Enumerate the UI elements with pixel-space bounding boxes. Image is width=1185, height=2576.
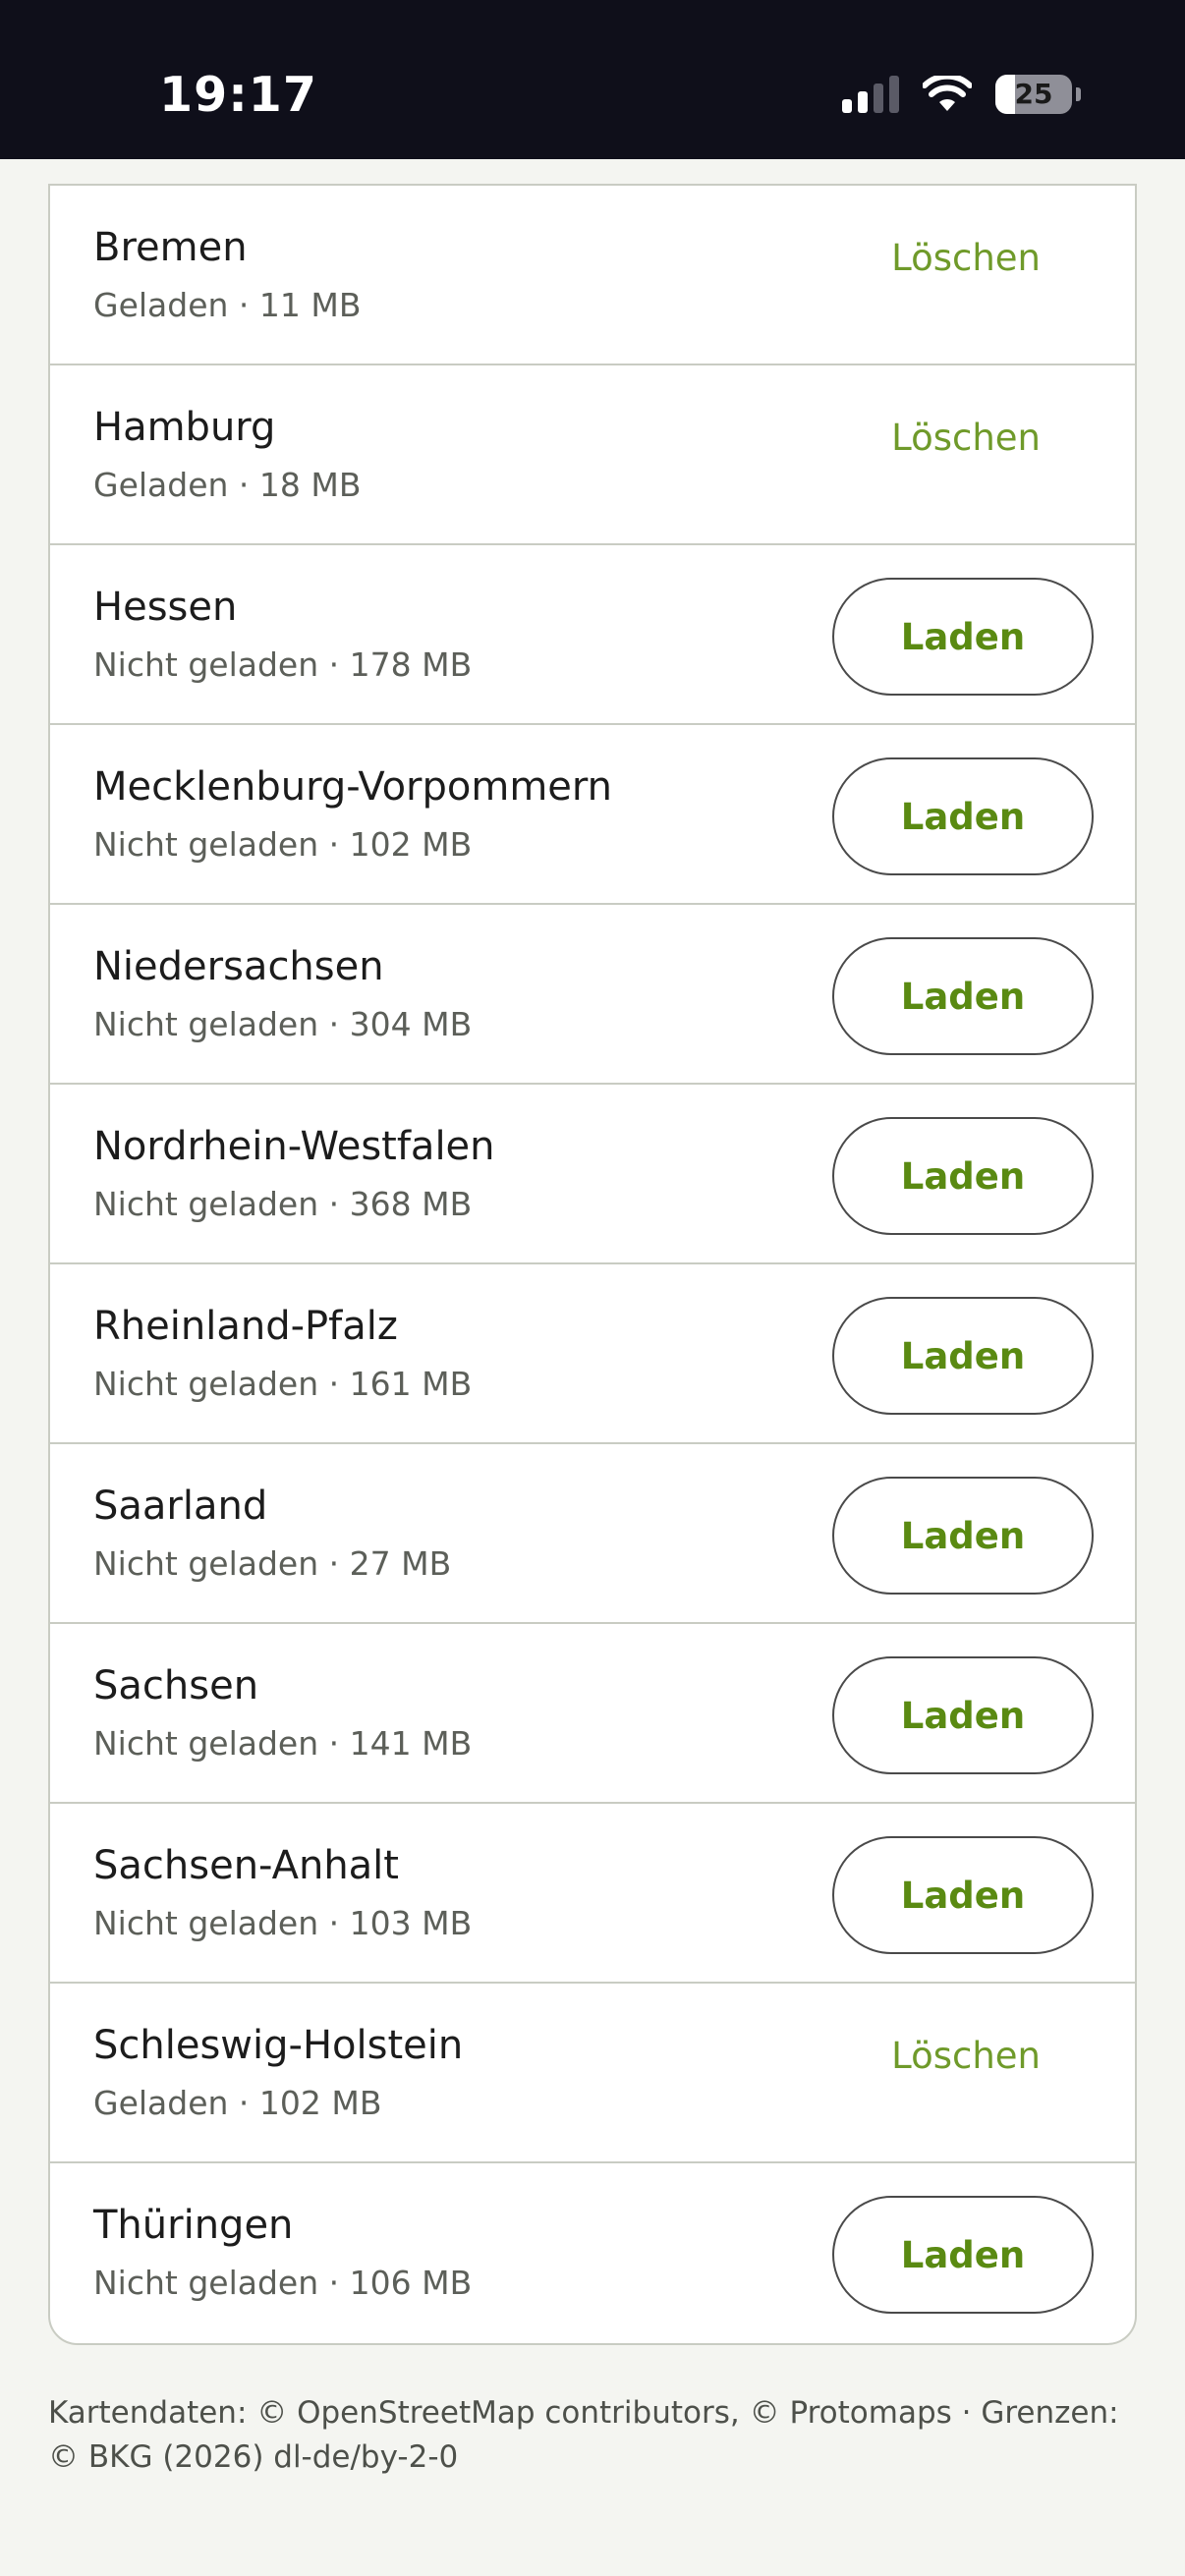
- region-status: Nicht geladen · 102 MB: [93, 825, 473, 864]
- status-time: 19:17: [159, 67, 317, 123]
- battery-cap: [1076, 87, 1081, 101]
- load-button[interactable]: Laden: [832, 1836, 1094, 1954]
- load-button[interactable]: Laden: [832, 1477, 1094, 1595]
- region-status: Nicht geladen · 161 MB: [93, 1365, 473, 1403]
- region-name: Hessen: [93, 585, 238, 630]
- load-button[interactable]: Laden: [832, 937, 1094, 1055]
- load-button[interactable]: Laden: [832, 757, 1094, 875]
- region-status: Geladen · 102 MB: [93, 2084, 382, 2122]
- region-name: Nordrhein-Westfalen: [93, 1124, 495, 1169]
- region-status: Nicht geladen · 178 MB: [93, 645, 473, 684]
- region-status: Geladen · 11 MB: [93, 286, 362, 324]
- delete-button[interactable]: Löschen: [891, 417, 1041, 459]
- load-button[interactable]: Laden: [832, 1117, 1094, 1235]
- map-attribution: Kartendaten: © OpenStreetMap contributor…: [48, 2395, 1119, 2475]
- region-row: Rheinland-Pfalz Nicht geladen · 161 MB Lad…: [50, 1264, 1135, 1444]
- region-row: Thüringen Nicht geladen · 106 MB Laden: [50, 2163, 1135, 2343]
- wifi-icon: [923, 76, 972, 111]
- region-name: Thüringen: [93, 2203, 294, 2248]
- region-name: Niedersachsen: [93, 944, 384, 989]
- region-status: Nicht geladen · 368 MB: [93, 1185, 473, 1223]
- status-bar: 19:17 25: [0, 0, 1185, 159]
- region-row: Mecklenburg-Vorpommern Nicht geladen · 10…: [50, 725, 1135, 905]
- region-name: Schleswig-Holstein: [93, 2023, 464, 2068]
- region-name: Sachsen-Anhalt: [93, 1843, 399, 1888]
- signal-bar: [842, 99, 852, 113]
- cellular-signal-icon: [842, 76, 899, 113]
- signal-bar: [889, 76, 899, 113]
- region-row: Niedersachsen Nicht geladen · 304 MB Laden: [50, 905, 1135, 1085]
- region-row: Hamburg Geladen · 18 MB Löschen: [50, 365, 1135, 545]
- region-name: Mecklenburg-Vorpommern: [93, 764, 612, 810]
- load-button[interactable]: Laden: [832, 578, 1094, 696]
- region-row: Sachsen Nicht geladen · 141 MB Laden: [50, 1624, 1135, 1804]
- delete-button[interactable]: Löschen: [891, 237, 1041, 279]
- region-status: Nicht geladen · 106 MB: [93, 2264, 473, 2302]
- region-status: Nicht geladen · 141 MB: [93, 1724, 473, 1763]
- region-row: Hessen Nicht geladen · 178 MB Laden: [50, 545, 1135, 725]
- region-row: Bremen Geladen · 11 MB Löschen: [50, 186, 1135, 365]
- signal-bar: [858, 91, 868, 113]
- region-row: Sachsen-Anhalt Nicht geladen · 103 MB Lade…: [50, 1804, 1135, 1984]
- region-status: Nicht geladen · 103 MB: [93, 1904, 473, 1942]
- load-button[interactable]: Laden: [832, 1297, 1094, 1415]
- region-name: Hamburg: [93, 405, 276, 450]
- region-row: Schleswig-Holstein Geladen · 102 MB Lösche…: [50, 1984, 1135, 2163]
- region-status: Nicht geladen · 304 MB: [93, 1005, 473, 1043]
- load-button[interactable]: Laden: [832, 2196, 1094, 2314]
- region-status: Geladen · 18 MB: [93, 466, 362, 504]
- region-name: Bremen: [93, 225, 248, 270]
- delete-button[interactable]: Löschen: [891, 2035, 1041, 2077]
- region-list: Bremen Geladen · 11 MB Löschen Hamburg Gelad…: [48, 184, 1137, 2345]
- battery-level: 25: [1014, 78, 1053, 110]
- region-name: Sachsen: [93, 1663, 259, 1708]
- region-row: Saarland Nicht geladen · 27 MB Laden: [50, 1444, 1135, 1624]
- load-button[interactable]: Laden: [832, 1656, 1094, 1774]
- region-status: Nicht geladen · 27 MB: [93, 1544, 452, 1583]
- region-row: Nordrhein-Westfalen Nicht geladen · 368 M…: [50, 1085, 1135, 1264]
- signal-bar: [874, 84, 883, 113]
- region-name: Rheinland-Pfalz: [93, 1304, 398, 1349]
- status-icons: 25: [842, 75, 1081, 114]
- region-name: Saarland: [93, 1484, 268, 1529]
- battery-icon: 25: [995, 75, 1072, 114]
